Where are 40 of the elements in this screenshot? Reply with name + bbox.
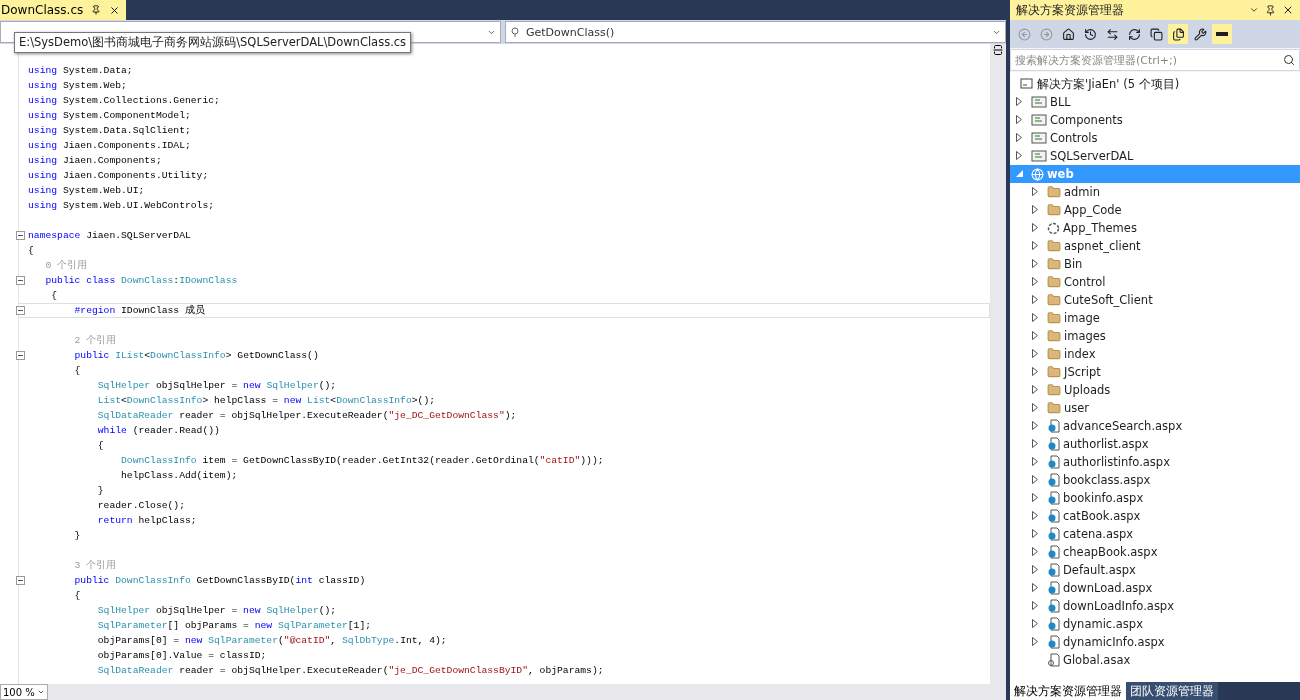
- code-line: SqlParameter[] objParams = new SqlParameter[1];: [96, 620, 372, 631]
- code-line: 2 个引用: [73, 334, 117, 347]
- code-line: using System.Data.SqlClient;: [28, 125, 191, 136]
- code-line: #region IDownClass 成员: [73, 304, 205, 317]
- code-line: using System.Web;: [28, 80, 127, 91]
- code-line: SqlHelper objSqlHelper = new SqlHelper();: [96, 605, 337, 616]
- code-line: using System.Web.UI;: [28, 185, 145, 196]
- code-line: return helpClass;: [96, 515, 197, 526]
- code-line: objParams[0].Value = classID;: [96, 650, 267, 661]
- code-line: public IList<DownClassInfo> GetDownClass(): [73, 350, 319, 361]
- code-line: reader.Close();: [96, 500, 185, 511]
- code-line: objParams[0] = new SqlParameter("@catID", SqlDbType.Int, 4);: [96, 635, 447, 646]
- code-line: {: [96, 440, 104, 451]
- code-line: namespace Jiaen.SQLServerDAL: [28, 230, 191, 241]
- code-line: }: [96, 485, 104, 496]
- code-line: List<DownClassInfo> helpClass = new List<DownClassInfo>();: [96, 395, 435, 406]
- panel-title: 解决方案资源管理器: [1016, 2, 1124, 18]
- code-line: 0 个引用: [44, 259, 88, 272]
- code-line: SqlHelper objSqlHelper = new SqlHelper();: [96, 380, 337, 391]
- code-line: public DownClassInfo GetDownClassByID(int classID): [73, 575, 366, 586]
- code-line: using Jiaen.Components;: [28, 155, 162, 166]
- code-line: 3 个引用: [73, 559, 117, 572]
- code-line: {: [73, 365, 81, 376]
- code-line: using System.Data;: [28, 65, 133, 76]
- code-line: SqlDataReader reader = objSqlHelper.ExecuteReader("je_DC_GetDownClass");: [96, 410, 517, 421]
- code-line: {: [28, 245, 34, 256]
- code-line: public class DownClass:IDownClass: [44, 275, 238, 286]
- code-line: using System.Web.UI.WebControls;: [28, 200, 215, 211]
- code-line: }: [73, 530, 81, 541]
- code-line: SqlDataReader reader = objSqlHelper.ExecuteReader("je_DC_GetDownClassByID", objParams);: [96, 665, 604, 676]
- code-line: {: [50, 290, 58, 301]
- code-line: using Jiaen.Components.IDAL;: [28, 140, 191, 151]
- code-line: DownClassInfo item = GetDownClassByID(reader.GetInt32(reader.GetOrdinal("catID")));: [120, 455, 604, 466]
- code-line: using Jiaen.Components.Utility;: [28, 170, 209, 181]
- code-line: {: [73, 590, 81, 601]
- code-line: using System.Collections.Generic;: [28, 95, 220, 106]
- code-line: helpClass.Add(item);: [120, 470, 238, 481]
- code-line: using System.ComponentModel;: [28, 110, 191, 121]
- path-tooltip: E:\SysDemo\图书商城电子商务网站源码\SQLServerDAL\DownClass.cs: [14, 32, 412, 53]
- code-line: while (reader.Read()): [96, 425, 220, 436]
